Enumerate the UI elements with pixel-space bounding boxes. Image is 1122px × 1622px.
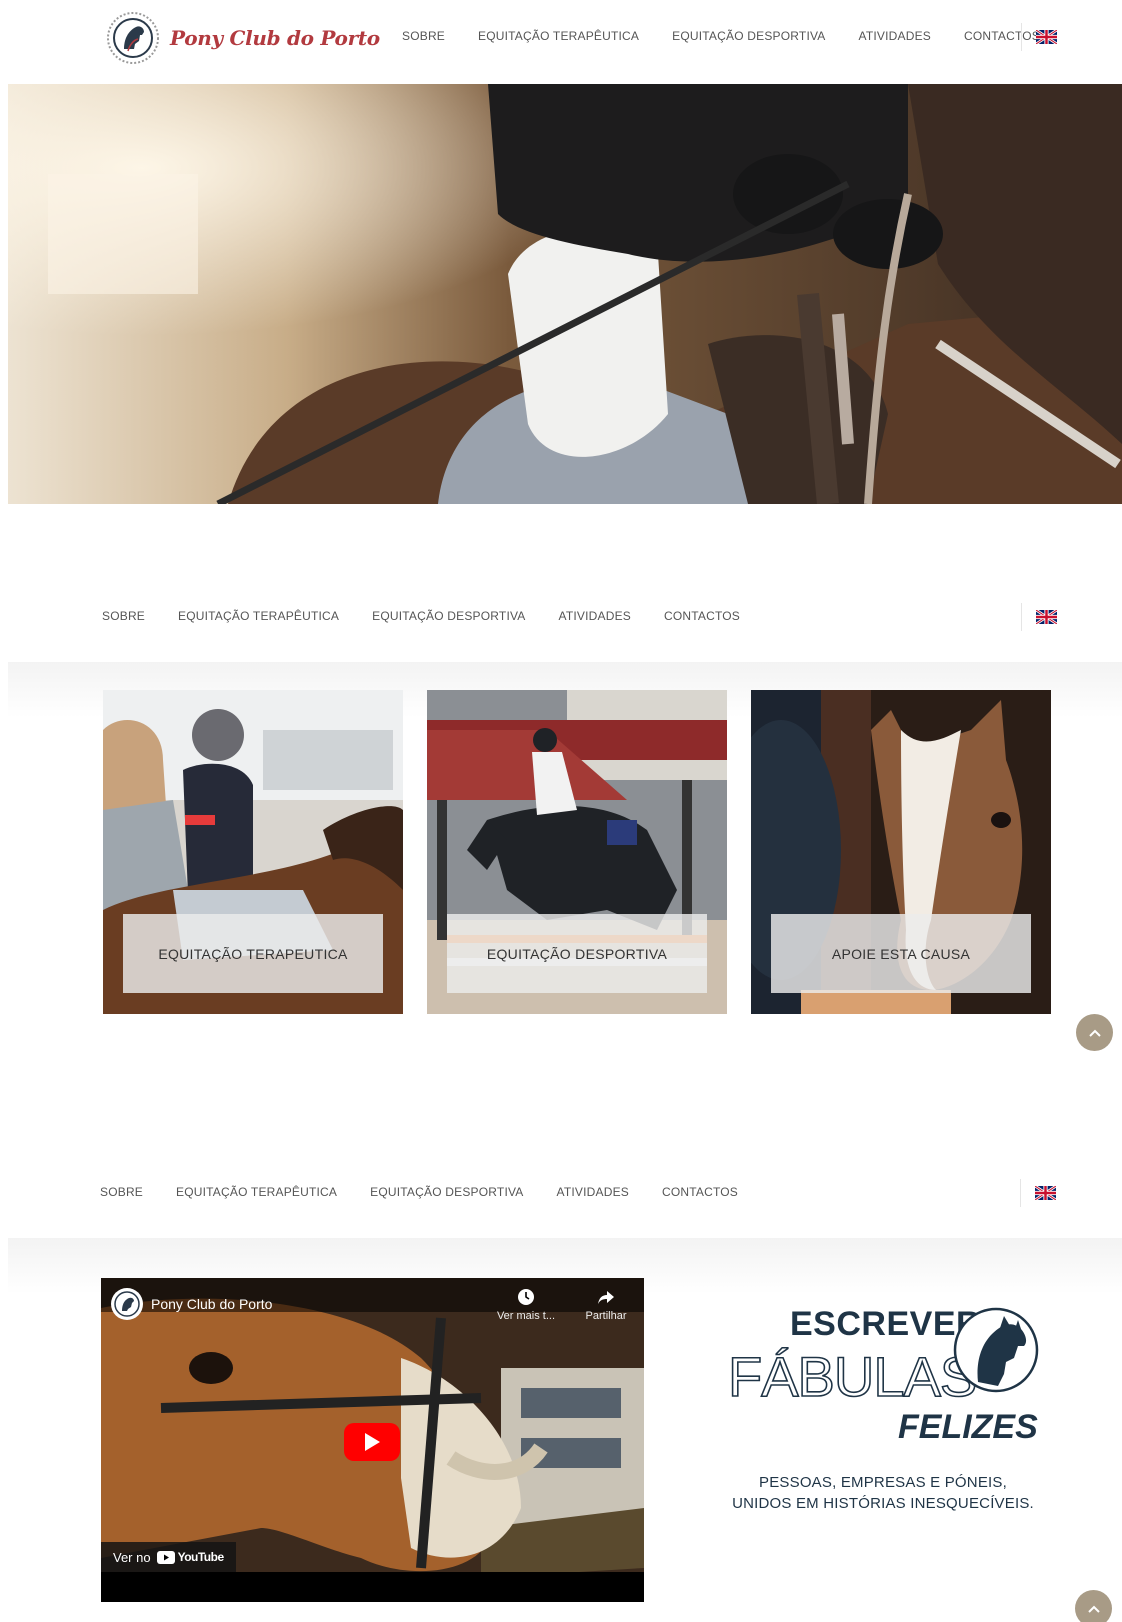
youtube-logo: YouTube bbox=[156, 1550, 225, 1564]
youtube-icon bbox=[156, 1550, 175, 1564]
watch-later-button[interactable]: Ver mais t... bbox=[491, 1288, 561, 1322]
nav-atividades[interactable]: ATIVIDADES bbox=[557, 1185, 629, 1199]
scroll-top-button[interactable] bbox=[1075, 1590, 1112, 1622]
nav-sobre[interactable]: SOBRE bbox=[102, 609, 145, 623]
youtube-label: YouTube bbox=[177, 1550, 225, 1564]
uk-flag-icon bbox=[1036, 610, 1057, 624]
secondary-nav-2: SOBRE EQUITAÇÃO TERAPÊUTICA EQUITAÇÃO DE… bbox=[8, 1160, 1122, 1226]
watch-on-label: Ver no bbox=[113, 1549, 151, 1565]
campaign-block: ESCREVER FÁBULAS FELIZES PESSOAS, EMPRES… bbox=[727, 1300, 1039, 1520]
share-label: Partilhar bbox=[585, 1310, 627, 1322]
language-switcher[interactable] bbox=[1021, 603, 1057, 631]
nav-equitacao-desportiva[interactable]: EQUITAÇÃO DESPORTIVA bbox=[672, 29, 825, 43]
video-bottom-bar bbox=[101, 1572, 644, 1602]
nav-sobre[interactable]: SOBRE bbox=[100, 1185, 143, 1199]
secondary-nav-menu-2: SOBRE EQUITAÇÃO TERAPÊUTICA EQUITAÇÃO DE… bbox=[100, 1185, 738, 1199]
rider-photo bbox=[8, 84, 1122, 504]
nav-atividades[interactable]: ATIVIDADES bbox=[559, 609, 631, 623]
secondary-nav-1: SOBRE EQUITAÇÃO TERAPÊUTICA EQUITAÇÃO DE… bbox=[8, 584, 1122, 650]
hero-image bbox=[8, 84, 1122, 504]
uk-flag-icon bbox=[1035, 1186, 1056, 1200]
video-title[interactable]: Pony Club do Porto bbox=[151, 1296, 272, 1312]
card-label: EQUITAÇÃO TERAPEUTICA bbox=[123, 914, 383, 993]
channel-avatar[interactable] bbox=[111, 1288, 143, 1320]
nav-contactos[interactable]: CONTACTOS bbox=[662, 1185, 738, 1199]
site-logo[interactable]: Pony Club do Porto bbox=[104, 11, 380, 65]
nav-contactos[interactable]: CONTACTOS bbox=[664, 609, 740, 623]
chevron-up-icon bbox=[1088, 1029, 1101, 1037]
nav-equitacao-terapeutica[interactable]: EQUITAÇÃO TERAPÊUTICA bbox=[176, 1185, 337, 1199]
nav-equitacao-desportiva[interactable]: EQUITAÇÃO DESPORTIVA bbox=[370, 1185, 523, 1199]
card-equitacao-terapeutica[interactable]: EQUITAÇÃO TERAPEUTICA bbox=[103, 690, 403, 1014]
card-apoie-esta-causa[interactable]: APOIE ESTA CAUSA bbox=[751, 690, 1051, 1014]
chevron-up-icon bbox=[1087, 1605, 1100, 1613]
site-header: Pony Club do Porto SOBRE EQUITAÇÃO TERAP… bbox=[0, 0, 1122, 84]
share-button[interactable]: Partilhar bbox=[571, 1288, 641, 1322]
horse-head-icon bbox=[953, 1307, 1039, 1393]
nav-sobre[interactable]: SOBRE bbox=[402, 29, 445, 43]
nav-equitacao-terapeutica[interactable]: EQUITAÇÃO TERAPÊUTICA bbox=[478, 29, 639, 43]
horse-crest-icon bbox=[107, 12, 159, 64]
campaign-line-2: FÁBULAS bbox=[727, 1344, 978, 1409]
campaign-subtitle: PESSOAS, EMPRESAS E PÓNEIS, UNIDOS EM HI… bbox=[728, 1472, 1038, 1514]
card-equitacao-desportiva[interactable]: EQUITAÇÃO DESPORTIVA bbox=[427, 690, 727, 1014]
campaign-subtitle-line-2: UNIDOS EM HISTÓRIAS INESQUECÍVEIS. bbox=[732, 1495, 1034, 1512]
youtube-embed[interactable]: Pony Club do Porto Ver mais t... Partilh… bbox=[101, 1278, 644, 1602]
campaign-line-3: FELIZES bbox=[898, 1408, 1038, 1446]
nav-atividades[interactable]: ATIVIDADES bbox=[859, 29, 931, 43]
watch-later-label: Ver mais t... bbox=[496, 1310, 556, 1322]
card-label: EQUITAÇÃO DESPORTIVA bbox=[447, 914, 707, 993]
campaign-subtitle-line-1: PESSOAS, EMPRESAS E PÓNEIS, bbox=[759, 1474, 1007, 1491]
card-label: APOIE ESTA CAUSA bbox=[771, 914, 1031, 993]
watch-on-youtube[interactable]: Ver no YouTube bbox=[101, 1542, 236, 1572]
scroll-top-button[interactable] bbox=[1076, 1014, 1113, 1051]
play-button[interactable] bbox=[344, 1423, 400, 1461]
horse-crest-icon bbox=[114, 1291, 140, 1317]
play-icon bbox=[365, 1433, 380, 1451]
nav-equitacao-desportiva[interactable]: EQUITAÇÃO DESPORTIVA bbox=[372, 609, 525, 623]
clock-icon bbox=[518, 1289, 534, 1305]
language-switcher[interactable] bbox=[1021, 23, 1057, 51]
share-icon bbox=[598, 1291, 614, 1304]
logo-title: Pony Club do Porto bbox=[170, 26, 380, 50]
main-nav: SOBRE EQUITAÇÃO TERAPÊUTICA EQUITAÇÃO DE… bbox=[402, 29, 1040, 43]
language-switcher[interactable] bbox=[1020, 1179, 1056, 1207]
uk-flag-icon bbox=[1036, 30, 1057, 44]
secondary-nav-menu-1: SOBRE EQUITAÇÃO TERAPÊUTICA EQUITAÇÃO DE… bbox=[102, 609, 740, 623]
nav-equitacao-terapeutica[interactable]: EQUITAÇÃO TERAPÊUTICA bbox=[178, 609, 339, 623]
